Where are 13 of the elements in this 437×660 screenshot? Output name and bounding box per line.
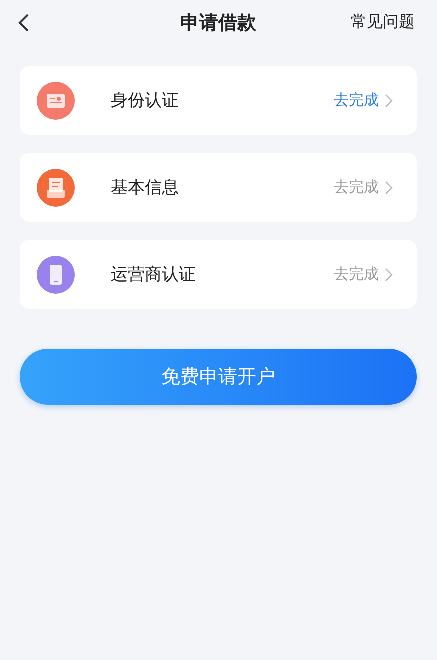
back-icon[interactable] [18, 12, 30, 32]
step-label: 身份认证 [111, 90, 180, 112]
step-card[interactable]: 基本信息 去完成 [20, 153, 417, 222]
step-card[interactable]: 运营商认证 去完成 [20, 240, 417, 309]
faq-link[interactable]: 常见问题 [351, 12, 437, 33]
chevron-right-icon [385, 180, 393, 194]
step-label: 运营商认证 [111, 264, 197, 286]
complete-link[interactable]: 去完成 [334, 91, 379, 110]
chevron-right-icon [385, 94, 393, 108]
chevron-right-icon [385, 268, 393, 282]
page-title: 申请借款 [180, 10, 256, 36]
step-label: 基本信息 [111, 177, 180, 199]
step-card[interactable]: 身份认证 去完成 [20, 66, 417, 135]
